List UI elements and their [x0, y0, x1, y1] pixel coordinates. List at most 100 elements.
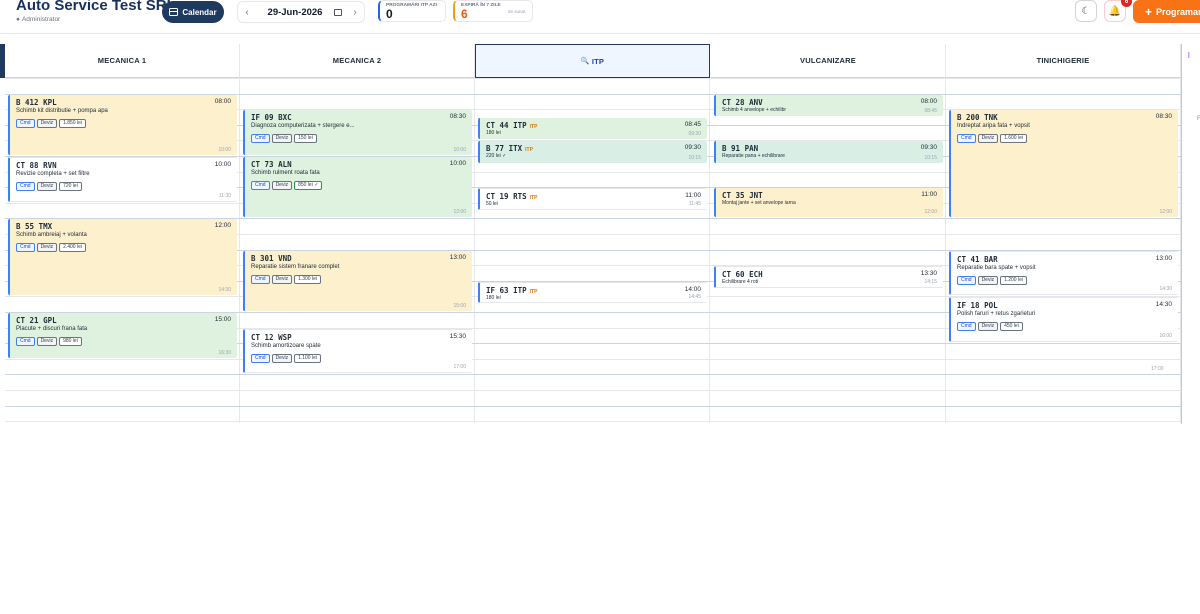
cmd-button[interactable]: Cmd	[251, 134, 270, 144]
deviz-button[interactable]: Deviz	[271, 134, 293, 144]
cmd-button[interactable]: Cmd	[16, 182, 35, 191]
service-description: Placute + discuri frana fata	[16, 326, 88, 332]
end-time: 11:30	[218, 192, 231, 199]
appointment-card[interactable]: IF 63 ITP ITP 14:00 180 lei 14:45	[478, 281, 707, 304]
cmd-button[interactable]: Cmd	[251, 353, 270, 363]
start-time: 13:30	[920, 270, 937, 278]
plate-number: B 55 TMX	[16, 222, 53, 232]
deviz-button[interactable]: Deviz	[977, 275, 999, 285]
column-header-mecanica-2[interactable]: MECANICA 2	[240, 44, 475, 78]
plate-number: CT 28 ANV	[722, 97, 763, 107]
deviz-button[interactable]: Deviz	[36, 337, 58, 346]
appointment-card[interactable]: IF 09 BXC 08:30 Diagnoza computerizata + s…	[243, 110, 472, 155]
itp-tag: ITP	[529, 124, 538, 130]
deviz-button[interactable]: Deviz	[977, 322, 999, 332]
deviz-button[interactable]: Deviz	[36, 243, 58, 253]
column-header-vulcanizare[interactable]: VULCANIZARE	[711, 44, 946, 78]
start-time: 10:00	[449, 160, 466, 167]
column-header-mecanica-1[interactable]: MECANICA 1	[5, 44, 240, 78]
deviz-button[interactable]: Deviz	[36, 182, 58, 191]
cmd-button[interactable]: Cmd	[16, 243, 35, 253]
time-slot-line	[5, 78, 1181, 79]
cmd-button[interactable]: Cmd	[957, 275, 976, 285]
service-description: Indreptat aripa fata + vopsit	[957, 123, 1030, 130]
appointment-card[interactable]: CT 35 JNT 11:00 Montaj jante + set anvelop…	[714, 188, 943, 218]
cmd-button[interactable]: Cmd	[16, 118, 35, 128]
appointment-card[interactable]: B 91 PAN 09:30 Reparatie pana + echilibrar…	[714, 141, 943, 163]
appointment-card[interactable]: CT 19 RTS ITP 11:00 50 lei 11:45	[478, 188, 707, 210]
end-time: 10:00	[218, 146, 231, 153]
deviz-button[interactable]: Deviz	[977, 134, 999, 144]
appointment-card[interactable]: CT 60 ECH 13:30 Echilibrare 4 roti 14:15	[714, 266, 943, 288]
appointment-card[interactable]: CT 28 ANV 08:00 Schimb 4 anvelope + echili…	[714, 94, 943, 116]
service-description: Schimb amortizoare spate	[251, 342, 321, 349]
user-role: ● Administrator	[16, 16, 61, 23]
cmd-button[interactable]: Cmd	[957, 134, 976, 144]
appointment-card[interactable]: CT 21 GPL 15:00 Placute + discuri frana fa…	[8, 313, 237, 358]
start-time: 08:00	[214, 97, 231, 105]
current-date[interactable]: 29-Jun-2026	[256, 7, 334, 18]
start-time: 08:30	[1155, 113, 1172, 121]
start-time: 09:30	[684, 144, 701, 152]
plate-number: B 301 VND	[251, 253, 292, 263]
appointment-card[interactable]: CT 88 RVN 10:00 Revizie completa + set fil…	[8, 157, 237, 202]
start-time: 08:45	[684, 121, 701, 128]
service-description: Polish faruri + retus zgarieturi	[957, 311, 1036, 318]
price-badge: 1.850 lei	[59, 118, 86, 128]
time-slot-line	[5, 390, 1181, 391]
end-time: 14:45	[688, 294, 701, 301]
end-time: 10:00	[453, 146, 466, 153]
appointment-card[interactable]: CT 44 ITP ITP 08:45 180 lei 09:30	[478, 118, 707, 140]
plate-number: B 91 PAN	[722, 144, 759, 154]
deviz-button[interactable]: Deviz	[36, 118, 58, 128]
cmd-button[interactable]: Cmd	[16, 337, 35, 346]
column-header-tinichigerie[interactable]: TINICHIGERIE	[946, 44, 1181, 78]
company-name: Auto Service Test SRL	[16, 0, 176, 14]
plate-number: CT 35 JNT	[722, 191, 763, 201]
price-badge: 2.400 lei	[59, 243, 86, 253]
start-time: 13:00	[1155, 254, 1172, 262]
appointment-card[interactable]: B 77 ITX ITP 09:30 220 lei ✓ 10:15	[478, 141, 707, 163]
column-header-itp[interactable]: 🔍 ITP	[475, 44, 710, 78]
next-day-button[interactable]: ›	[346, 7, 364, 18]
plate-number: IF 18 POL	[957, 301, 998, 311]
date-picker-icon[interactable]	[334, 8, 342, 16]
service-description: Echilibrare 4 roti	[722, 279, 759, 286]
appointment-card[interactable]: IF 18 POL 14:30 Polish faruri + retus zgar…	[949, 297, 1178, 343]
plate-number: B 412 KPL	[16, 97, 57, 107]
new-appointment-button[interactable]: +Programare	[1133, 0, 1200, 23]
end-time: 16:30	[218, 349, 231, 356]
appointment-card[interactable]: B 200 TNK 08:30 Indreptat aripa fata + vop…	[949, 110, 1178, 218]
plate-number: IF 63 ITP ITP	[486, 285, 538, 295]
plate-number: B 77 ITX ITP	[486, 144, 533, 154]
side-panel-strip[interactable]: Î F	[1181, 44, 1200, 424]
plate-number: CT 41 BAR	[957, 254, 998, 264]
appointment-card[interactable]: B 412 KPL 08:00 Schimb kit distributie + p…	[8, 94, 237, 155]
cmd-button[interactable]: Cmd	[251, 274, 270, 284]
appointment-card[interactable]: B 55 TMX 12:00 Schimb ambreiaj + volanta 14…	[8, 219, 237, 296]
plate-number: IF 09 BXC	[251, 113, 292, 123]
service-description: 180 lei	[486, 294, 501, 301]
service-description: Schimb rulment roata fata	[251, 170, 320, 176]
appointment-card[interactable]: B 301 VND 13:00 Reparatie sistem franare c…	[243, 250, 472, 311]
stat-expiring-7-days[interactable]: EXPIRĂ ÎN 7 ZILE 6 de sunat	[453, 0, 533, 22]
start-time: 09:30	[920, 144, 937, 152]
deviz-button[interactable]: Deviz	[271, 181, 293, 190]
cmd-button[interactable]: Cmd	[251, 181, 270, 190]
service-description: Revizie completa + set filtre	[16, 171, 90, 177]
start-time: 14:30	[1155, 301, 1172, 309]
stat-itp-today[interactable]: PROGRAMĂRI ITP AZI 0	[378, 0, 446, 22]
calendar-button[interactable]: Calendar	[162, 1, 224, 23]
end-time: 12:00	[453, 209, 466, 216]
appointment-card[interactable]: CT 12 WSP 15:30 Schimb amortizoare spate 17…	[243, 328, 472, 374]
deviz-button[interactable]: Deviz	[271, 274, 293, 284]
service-description: Montaj jante + set anvelope iarna	[722, 200, 796, 207]
appointment-card[interactable]: CT 73 ALN 10:00 Schimb rulment roata fata 1…	[243, 157, 472, 218]
deviz-button[interactable]: Deviz	[271, 353, 293, 363]
start-time: 08:00	[920, 97, 937, 105]
cmd-button[interactable]: Cmd	[957, 322, 976, 332]
appointment-card[interactable]: CT 41 BAR 13:00 Reparatie bara spate + vop…	[949, 250, 1178, 296]
plate-number: CT 12 WSP	[251, 332, 292, 342]
prev-day-button[interactable]: ‹	[238, 7, 256, 18]
theme-toggle-button[interactable]: ☾	[1075, 0, 1097, 22]
